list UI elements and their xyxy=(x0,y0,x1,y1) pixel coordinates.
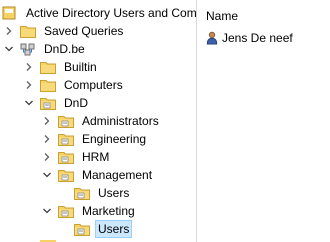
details-pane: Name Jens De neef xyxy=(197,0,330,242)
tree-item-hrm[interactable]: HRM xyxy=(42,148,111,166)
saved-queries-folder-icon xyxy=(20,24,36,38)
column-header-name[interactable]: Name xyxy=(206,9,238,23)
tree-item-root[interactable]: Active Directory Users and Com xyxy=(2,4,196,22)
tree-item-computers[interactable]: Computers xyxy=(24,76,125,94)
chevron-right-icon[interactable] xyxy=(42,148,52,166)
ou-icon xyxy=(58,168,74,182)
folder-icon xyxy=(40,60,56,74)
ou-icon xyxy=(40,96,56,110)
tree-label: HRM xyxy=(82,150,110,164)
chevron-down-icon[interactable] xyxy=(42,166,52,184)
chevron-down-icon[interactable] xyxy=(4,40,14,58)
chevron-right-icon[interactable] xyxy=(24,58,34,76)
tree-item-management[interactable]: Management xyxy=(42,166,154,184)
chevron-down-icon[interactable] xyxy=(42,202,52,220)
tree-label: Engineering xyxy=(82,132,147,146)
tree-label: Saved Queries xyxy=(44,24,124,38)
console-tree: Active Directory Users and Com Saved Que… xyxy=(0,0,196,242)
tree-item-saved-queries[interactable]: Saved Queries xyxy=(4,22,125,40)
chevron-down-icon[interactable] xyxy=(24,94,34,112)
tree-item-management-users[interactable]: Users xyxy=(74,184,131,202)
tree-label: Builtin xyxy=(64,60,97,74)
chevron-right-icon[interactable] xyxy=(24,76,34,94)
tree-item-administrators[interactable]: Administrators xyxy=(42,112,161,130)
tree-label: Users xyxy=(98,186,130,200)
tree-label: Management xyxy=(82,168,153,182)
ou-icon xyxy=(74,222,90,236)
ou-icon xyxy=(58,204,74,218)
chevron-right-icon[interactable] xyxy=(4,22,14,40)
domain-icon xyxy=(20,43,35,56)
tree-label: Users xyxy=(94,220,133,238)
tree-item-dnd[interactable]: DnD xyxy=(24,94,90,112)
chevron-right-icon[interactable] xyxy=(42,112,52,130)
tree-label: Administrators xyxy=(82,114,159,128)
ou-icon xyxy=(58,114,74,128)
tree-label: DnD.be xyxy=(44,42,85,56)
tree-label: DnD xyxy=(64,96,89,110)
ou-icon xyxy=(74,186,90,200)
list-item-label: Jens De neef xyxy=(222,31,293,45)
tree-item-engineering[interactable]: Engineering xyxy=(42,130,148,148)
tree-label: Computers xyxy=(64,78,123,92)
user-icon xyxy=(206,31,218,45)
tree-label: Active Directory Users and Com xyxy=(26,6,196,20)
list-item[interactable]: Jens De neef xyxy=(205,30,293,46)
tree-item-domain[interactable]: DnD.be xyxy=(4,40,87,58)
ou-icon xyxy=(58,132,74,146)
tree-item-marketing-users[interactable]: Users xyxy=(74,220,133,238)
tree-label: Marketing xyxy=(82,204,135,218)
folder-icon xyxy=(40,78,56,92)
tree-item-builtin[interactable]: Builtin xyxy=(24,58,99,76)
tree-item-marketing[interactable]: Marketing xyxy=(42,202,137,220)
ou-icon xyxy=(58,150,74,164)
chevron-right-icon[interactable] xyxy=(42,130,52,148)
ad-console-icon xyxy=(2,6,16,20)
